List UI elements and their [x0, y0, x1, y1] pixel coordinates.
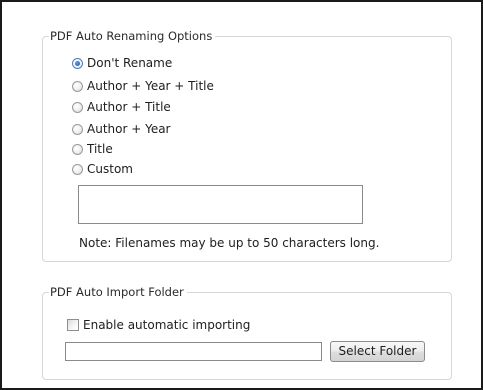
- preferences-panel: PDF Auto Renaming Options Don't Rename A…: [0, 0, 483, 390]
- radio-button-icon[interactable]: [72, 101, 83, 113]
- radio-option-custom[interactable]: Custom: [72, 161, 133, 177]
- radio-option-title[interactable]: Title: [72, 141, 113, 157]
- pdf-auto-import-legend: PDF Auto Import Folder: [49, 284, 187, 300]
- radio-label-author-title: Author + Title: [87, 100, 171, 114]
- radio-label-author-year: Author + Year: [87, 122, 171, 136]
- radio-option-dont-rename[interactable]: Don't Rename: [72, 55, 172, 71]
- radio-button-icon[interactable]: [72, 163, 83, 175]
- pdf-auto-renaming-group: PDF Auto Renaming Options Don't Rename A…: [42, 28, 452, 262]
- radio-button-icon[interactable]: [72, 80, 83, 92]
- select-folder-button[interactable]: Select Folder: [330, 341, 425, 362]
- radio-option-author-year-title[interactable]: Author + Year + Title: [72, 78, 214, 94]
- pdf-auto-import-group: PDF Auto Import Folder Enable automatic …: [42, 284, 452, 380]
- radio-label-title: Title: [87, 142, 113, 156]
- import-folder-path-field[interactable]: [65, 342, 322, 361]
- filename-length-note: Note: Filenames may be up to 50 characte…: [79, 236, 380, 250]
- pdf-auto-renaming-legend: PDF Auto Renaming Options: [49, 28, 216, 44]
- enable-importing-label: Enable automatic importing: [83, 318, 251, 332]
- enable-importing-checkbox[interactable]: [67, 319, 79, 331]
- custom-format-field[interactable]: [78, 185, 363, 224]
- radio-option-author-title[interactable]: Author + Title: [72, 99, 171, 115]
- radio-label-custom: Custom: [87, 162, 133, 176]
- radio-label-author-year-title: Author + Year + Title: [87, 79, 214, 93]
- radio-button-icon[interactable]: [72, 123, 83, 135]
- radio-button-icon[interactable]: [72, 143, 83, 155]
- enable-automatic-importing-option[interactable]: Enable automatic importing: [67, 317, 250, 333]
- radio-label-dont-rename: Don't Rename: [87, 56, 173, 70]
- radio-button-icon[interactable]: [72, 57, 83, 69]
- radio-option-author-year[interactable]: Author + Year: [72, 121, 171, 137]
